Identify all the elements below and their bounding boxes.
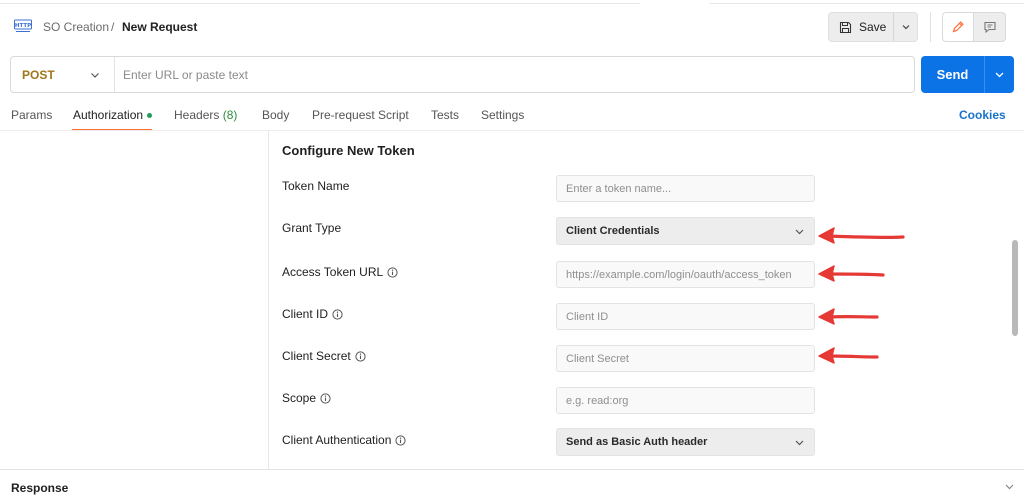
send-button[interactable]: Send bbox=[921, 56, 984, 93]
tab-params[interactable]: Params bbox=[11, 108, 52, 122]
grant-type-select[interactable]: Client Credentials bbox=[556, 217, 815, 245]
client-id-label: Client ID bbox=[282, 307, 343, 321]
info-icon[interactable] bbox=[320, 392, 331, 404]
info-icon[interactable] bbox=[395, 434, 407, 446]
scrollbar-thumb[interactable] bbox=[1012, 240, 1018, 336]
method-divider bbox=[114, 57, 115, 92]
token-name-input[interactable] bbox=[556, 175, 815, 202]
configure-token-title: Configure New Token bbox=[282, 143, 415, 158]
save-label: Save bbox=[859, 20, 887, 34]
token-name-label-text: Token Name bbox=[282, 179, 350, 193]
http-icon: HTTP bbox=[14, 19, 32, 32]
scope-label-text: Scope bbox=[282, 391, 317, 405]
tab-tests[interactable]: Tests bbox=[431, 108, 459, 122]
comments-button[interactable] bbox=[974, 12, 1006, 42]
chevron-down-icon bbox=[795, 229, 804, 235]
chevron-down-icon[interactable] bbox=[89, 69, 101, 81]
client-id-label-text: Client ID bbox=[282, 307, 329, 321]
chevron-down-icon[interactable] bbox=[1004, 481, 1015, 492]
client-authentication-select[interactable]: Send as Basic Auth header bbox=[556, 428, 815, 456]
access-token-url-input[interactable] bbox=[556, 261, 815, 288]
request-header: HTTP SO Creation / New Request Save bbox=[0, 8, 1024, 46]
annotation-arrow-client-id bbox=[818, 308, 879, 325]
annotation-arrow-client-secret bbox=[818, 347, 879, 364]
response-label: Response bbox=[11, 481, 69, 495]
tab-headers[interactable]: Headers (8) bbox=[174, 108, 237, 122]
edit-mode-button[interactable] bbox=[942, 12, 974, 42]
client-secret-label: Client Secret bbox=[282, 349, 366, 363]
chevron-down-icon bbox=[902, 25, 910, 30]
client-authentication-label: Client Authentication bbox=[282, 433, 407, 447]
http-method-value: POST bbox=[22, 67, 55, 82]
breadcrumb-separator: / bbox=[111, 20, 115, 34]
save-button[interactable]: Save bbox=[829, 13, 893, 41]
active-window-tab[interactable] bbox=[640, 0, 710, 5]
breadcrumb-collection[interactable]: SO Creation bbox=[43, 20, 109, 34]
auth-type-pane bbox=[0, 131, 269, 469]
auth-status-dot bbox=[147, 113, 153, 118]
chevron-down-icon bbox=[795, 440, 804, 446]
access-token-url-label: Access Token URL bbox=[282, 265, 398, 279]
cookies-link[interactable]: Cookies bbox=[959, 108, 1006, 122]
info-icon[interactable] bbox=[332, 308, 343, 320]
pencil-icon bbox=[952, 21, 964, 33]
tab-authorization[interactable]: Authorization bbox=[73, 108, 153, 122]
grant-type-label: Grant Type bbox=[282, 221, 341, 235]
grant-type-value: Client Credentials bbox=[566, 225, 660, 237]
chevron-down-icon bbox=[995, 72, 1004, 78]
comment-icon bbox=[983, 21, 996, 34]
scope-input[interactable] bbox=[556, 387, 815, 414]
info-icon[interactable] bbox=[355, 350, 366, 362]
token-name-label: Token Name bbox=[282, 179, 349, 193]
tab-body[interactable]: Body bbox=[262, 108, 289, 122]
request-tabs: Params Authorization Headers (8) Body Pr… bbox=[0, 100, 1024, 131]
save-options-button[interactable] bbox=[895, 13, 917, 41]
info-icon[interactable] bbox=[387, 266, 398, 278]
grant-type-label-text: Grant Type bbox=[282, 221, 342, 235]
save-divider bbox=[893, 13, 894, 41]
send-button-group: Send bbox=[921, 56, 1014, 93]
client-authentication-value: Send as Basic Auth header bbox=[566, 436, 708, 448]
tab-headers-label: Headers bbox=[174, 108, 220, 122]
svg-text:HTTP: HTTP bbox=[15, 23, 31, 29]
window-top-strip bbox=[0, 0, 1024, 5]
send-options-button[interactable] bbox=[985, 56, 1014, 93]
scope-label: Scope bbox=[282, 391, 331, 405]
client-authentication-label-text: Client Authentication bbox=[282, 433, 392, 447]
access-token-url-label-text: Access Token URL bbox=[282, 265, 384, 279]
headers-count: (8) bbox=[222, 108, 238, 122]
url-bar: POST bbox=[10, 56, 915, 93]
client-secret-input[interactable] bbox=[556, 345, 815, 372]
tab-authorization-label: Authorization bbox=[73, 108, 144, 122]
response-panel-header[interactable]: Response bbox=[0, 469, 1024, 497]
view-toggle-separator bbox=[930, 12, 931, 42]
request-title[interactable]: New Request bbox=[122, 20, 197, 34]
annotation-arrow-grant-type bbox=[818, 227, 905, 244]
annotation-arrow-access-token-url bbox=[818, 265, 885, 282]
tab-pre-request-script[interactable]: Pre-request Script bbox=[312, 108, 409, 122]
client-secret-label-text: Client Secret bbox=[282, 349, 351, 363]
client-id-input[interactable] bbox=[556, 303, 815, 330]
tab-settings[interactable]: Settings bbox=[481, 108, 524, 122]
url-input[interactable] bbox=[123, 63, 903, 87]
save-button-group: Save bbox=[828, 12, 918, 42]
floppy-disk-icon bbox=[839, 21, 852, 33]
